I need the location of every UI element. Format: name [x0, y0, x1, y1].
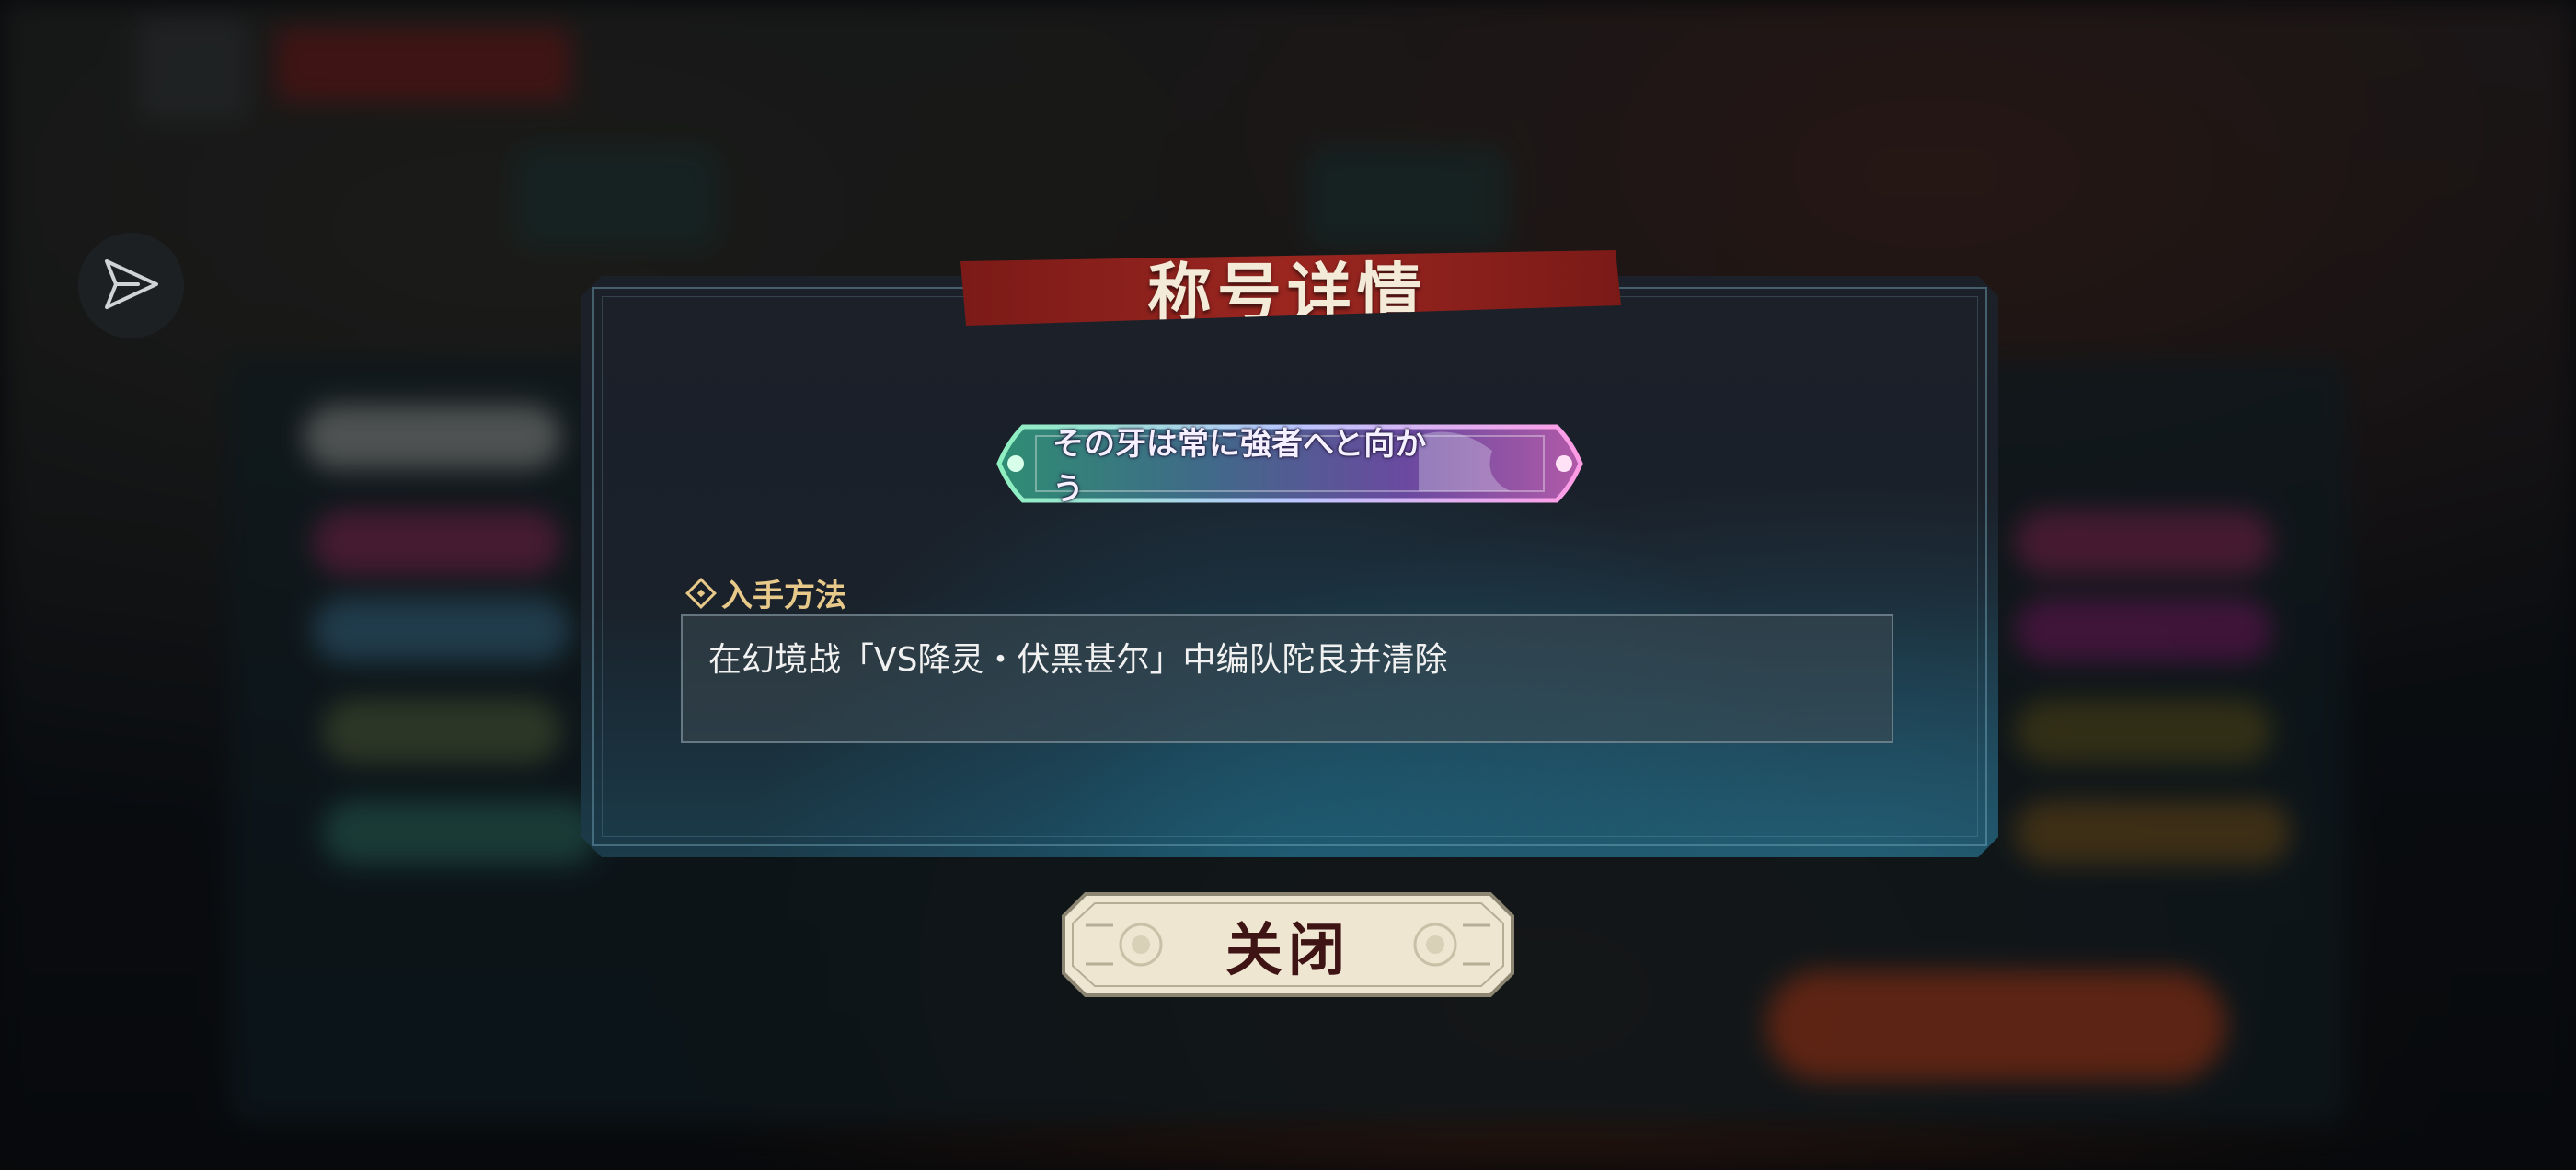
share-icon: [101, 254, 162, 318]
close-button[interactable]: 关闭: [1058, 889, 1518, 1001]
share-button[interactable]: [78, 233, 184, 338]
game-screen: 称号详情 その牙は常に強者へと向か 入手方法 在幻境战「VS降灵・伏黑甚尔」中编…: [0, 0, 2576, 1170]
title-plate-image: その牙は常に強者へと向かう: [995, 414, 1584, 513]
title-detail-dialog: 称号详情 その牙は常に強者へと向か 入手方法 在幻境战「VS降灵・伏黑甚尔」中编…: [581, 250, 1998, 857]
dialog-frame: [581, 276, 1998, 857]
title-plate-text: その牙は常に強者へと向かう: [1052, 426, 1427, 508]
close-button-label: 关闭: [1225, 916, 1351, 983]
acquire-method-header: 入手方法: [685, 570, 846, 615]
diamond-icon: [685, 577, 717, 609]
acquire-method-label: 入手方法: [721, 578, 846, 614]
acquire-method-box: 在幻境战「VS降灵・伏黑甚尔」中编队陀艮并清除: [681, 614, 1893, 743]
acquire-method-text: 在幻境战「VS降灵・伏黑甚尔」中编队陀艮并清除: [708, 641, 1448, 679]
